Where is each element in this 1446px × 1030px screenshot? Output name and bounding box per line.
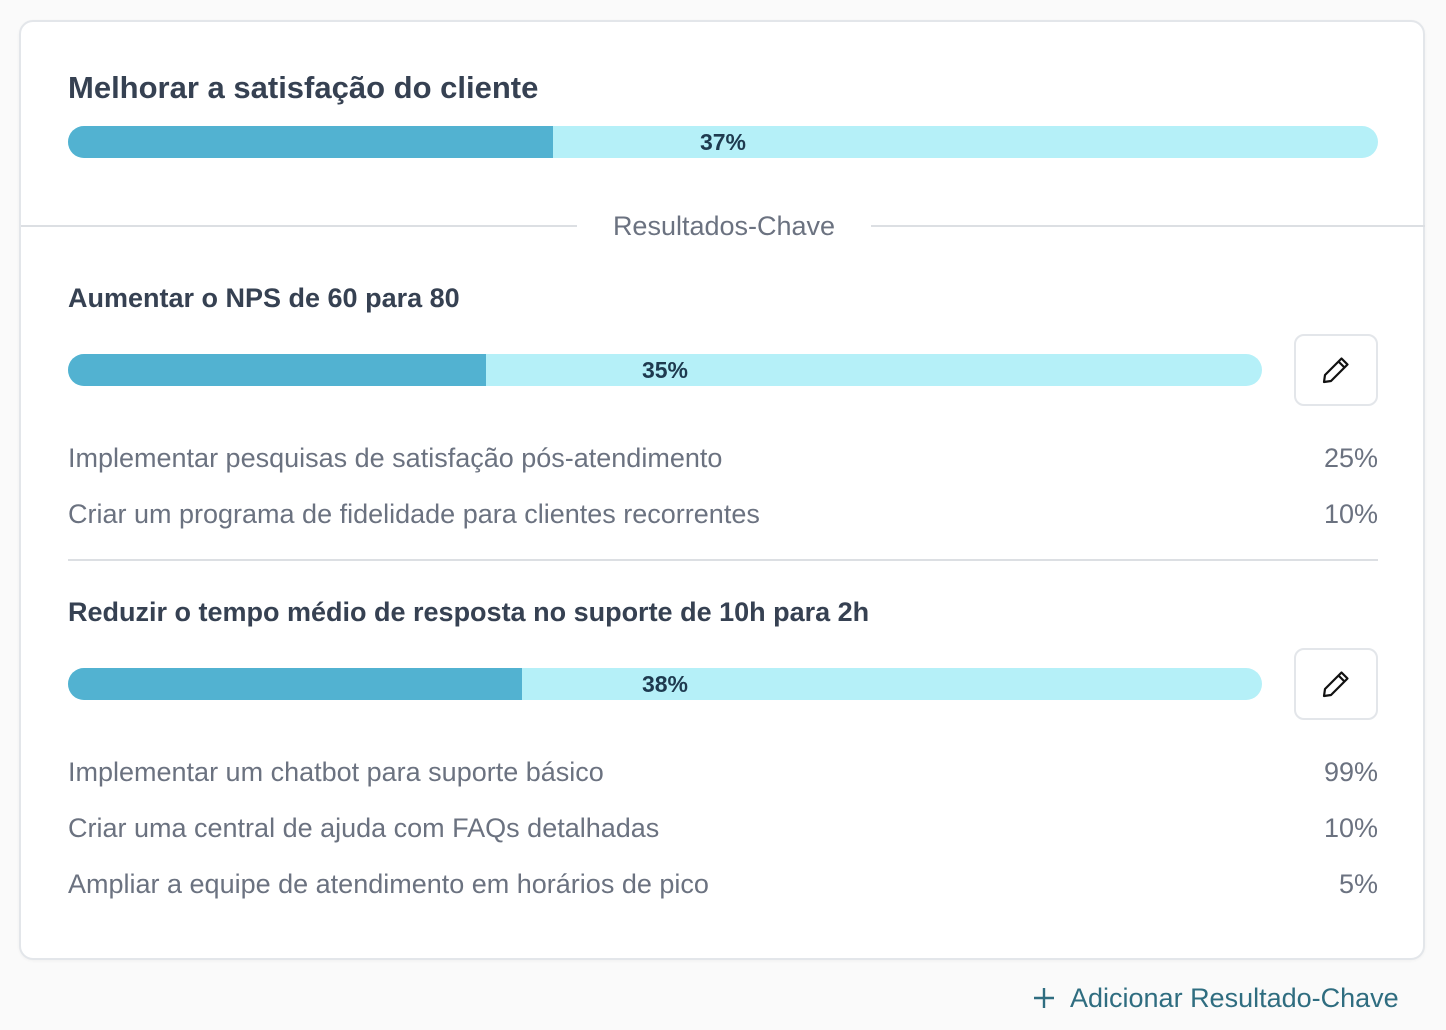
key-result-progress-label: 35% <box>641 357 689 383</box>
task-name: Ampliar a equipe de atendimento em horár… <box>68 869 709 899</box>
task-name: Implementar pesquisas de satisfação pós-… <box>68 443 723 473</box>
task-row: Implementar pesquisas de satisfação pós-… <box>68 438 1378 478</box>
plus-icon <box>1034 988 1054 1008</box>
task-percent: 5% <box>1338 869 1378 899</box>
add-key-result-button[interactable]: Adicionar Resultado-Chave <box>1032 978 1399 1018</box>
key-result-title: Reduzir o tempo médio de resposta no sup… <box>68 597 870 627</box>
objective-title: Melhorar a satisfação do cliente <box>68 70 539 105</box>
key-result-progress-bar: 35% <box>68 354 1262 386</box>
task-percent: 10% <box>1323 499 1378 529</box>
objective-card: Melhorar a satisfação do cliente 37% Res… <box>19 20 1425 960</box>
task-percent: 25% <box>1323 443 1378 473</box>
task-row: Ampliar a equipe de atendimento em horár… <box>68 864 1378 904</box>
task-name: Implementar um chatbot para suporte bási… <box>68 757 604 787</box>
edit-key-result-button[interactable] <box>1294 334 1378 406</box>
pencil-icon <box>1322 357 1349 384</box>
task-row: Implementar um chatbot para suporte bási… <box>68 752 1378 792</box>
edit-key-result-button[interactable] <box>1294 648 1378 720</box>
pencil-icon <box>1322 671 1349 698</box>
key-result-separator <box>68 559 1378 561</box>
task-name: Criar uma central de ajuda com FAQs deta… <box>68 813 660 843</box>
divider-line-right <box>871 225 1425 227</box>
divider-line-left <box>21 225 577 227</box>
task-percent: 99% <box>1323 757 1378 787</box>
key-result-title: Aumentar o NPS de 60 para 80 <box>68 283 460 313</box>
task-name: Criar um programa de fidelidade para cli… <box>68 499 760 529</box>
task-row: Criar uma central de ajuda com FAQs deta… <box>68 808 1378 848</box>
objective-progress-label: 37% <box>699 129 747 155</box>
key-result-progress-bar: 38% <box>68 668 1262 700</box>
task-percent: 10% <box>1323 813 1378 843</box>
key-result-progress-label: 38% <box>641 671 689 697</box>
key-results-divider-label: Resultados-Chave <box>612 211 836 241</box>
objective-progress-bar: 37% <box>68 126 1378 158</box>
task-row: Criar um programa de fidelidade para cli… <box>68 494 1378 534</box>
add-key-result-label: Adicionar Resultado-Chave <box>1070 982 1399 1013</box>
